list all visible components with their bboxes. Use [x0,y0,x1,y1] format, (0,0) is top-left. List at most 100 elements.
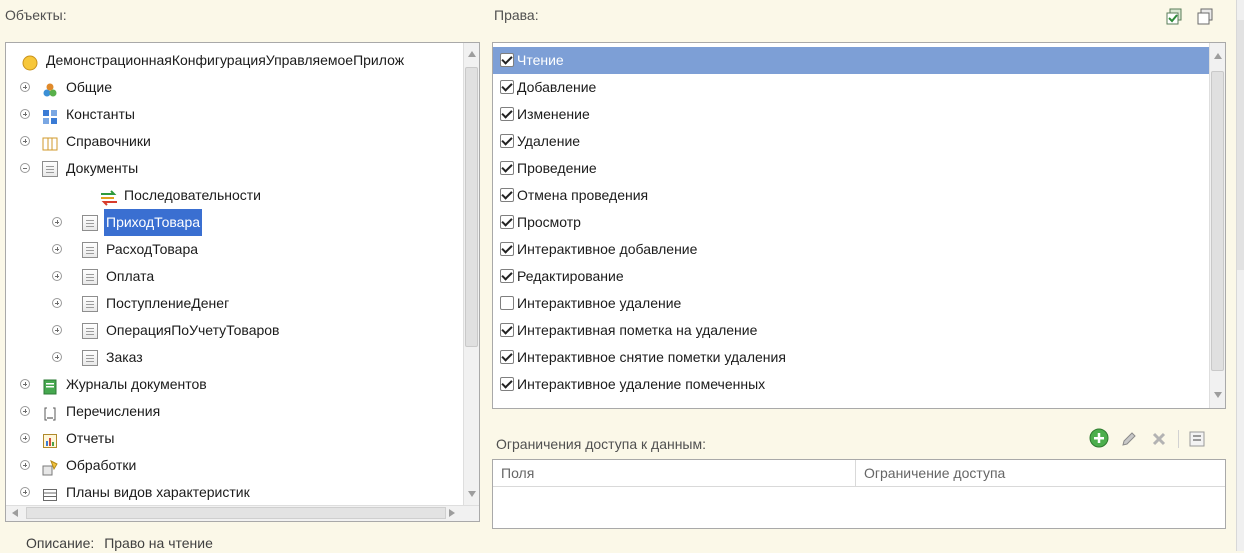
tree-item[interactable]: Константы [6,101,463,128]
expand-plus-icon[interactable] [52,244,62,254]
scroll-right-arrow-icon[interactable] [449,509,455,517]
right-checkbox[interactable] [500,107,514,121]
tree-item[interactable]: ОперацияПоУчетуТоваров [6,317,463,344]
tree-item[interactable]: Обработки [6,452,463,479]
tree-item[interactable]: Заказ [6,344,463,371]
expand-plus-icon[interactable] [20,460,30,470]
tree-item[interactable]: Общие [6,74,463,101]
edit-pencil-icon[interactable] [1120,430,1138,448]
right-item-label: Изменение [517,106,590,122]
right-item-label: Проведение [517,160,597,176]
tree-item[interactable]: РасходТовара [6,236,463,263]
tree-item[interactable]: ДемонстрационнаяКонфигурацияУправляемоеП… [6,47,463,74]
column-header-access-restriction[interactable]: Ограничение доступа [856,460,1225,487]
expand-plus-icon[interactable] [20,109,30,119]
scroll-down-arrow-icon[interactable] [468,491,476,497]
right-checkbox[interactable] [500,350,514,364]
expand-plus-icon[interactable] [52,298,62,308]
expand-plus-icon[interactable] [20,82,30,92]
document-icon [82,350,98,366]
right-checkbox[interactable] [500,80,514,94]
restrictions-table[interactable]: Поля Ограничение доступа [492,459,1226,529]
delete-x-icon[interactable] [1150,430,1168,448]
tree-item[interactable]: ПоступлениеДенег [6,290,463,317]
right-item[interactable]: Редактирование [493,263,1209,290]
collapse-minus-icon[interactable] [20,163,30,173]
expand-plus-icon[interactable] [20,406,30,416]
tree-item[interactable]: Журналы документов [6,371,463,398]
restrictions-label: Ограничения доступа к данным: [496,436,707,452]
tree-item[interactable]: Перечисления [6,398,463,425]
uncheck-all-icon[interactable] [1196,8,1214,26]
right-item[interactable]: Интерактивное снятие пометки удаления [493,344,1209,371]
scroll-left-arrow-icon[interactable] [12,509,18,517]
right-item[interactable]: Интерактивное удаление [493,290,1209,317]
tree-item-label: Общие [66,79,113,95]
scroll-up-arrow-icon[interactable] [468,51,476,57]
right-item[interactable]: Добавление [493,74,1209,101]
rights-scroll-thumb[interactable] [1211,71,1224,371]
add-icon[interactable] [1089,428,1109,448]
objects-tree[interactable]: ДемонстрационнаяКонфигурацияУправляемоеП… [5,42,480,522]
expand-plus-icon[interactable] [52,271,62,281]
scroll-down-arrow-icon[interactable] [1214,392,1222,398]
right-checkbox[interactable] [500,296,514,310]
right-checkbox[interactable] [500,377,514,391]
restriction-templates-icon[interactable] [1188,430,1206,448]
toolbar-separator [1178,430,1179,448]
right-item-label: Удаление [517,133,581,149]
right-checkbox[interactable] [500,215,514,229]
window-edge-scrollbar[interactable] [1236,0,1244,551]
rights-vertical-scrollbar[interactable] [1209,43,1225,408]
right-item-label: Чтение [517,52,564,68]
tree-item-label: Заказ [106,349,143,365]
tree-item-label: Документы [66,160,139,176]
right-checkbox[interactable] [500,53,514,67]
right-checkbox[interactable] [500,323,514,337]
tree-item[interactable]: Оплата [6,263,463,290]
objects-vertical-scrollbar[interactable] [463,43,479,505]
right-item[interactable]: Интерактивное удаление помеченных [493,371,1209,398]
expand-plus-icon[interactable] [20,433,30,443]
right-checkbox[interactable] [500,134,514,148]
scroll-up-arrow-icon[interactable] [1214,53,1222,59]
right-item[interactable]: Изменение [493,101,1209,128]
expand-plus-icon[interactable] [52,352,62,362]
documents-icon [42,161,58,177]
column-header-fields[interactable]: Поля [493,460,856,487]
expand-plus-icon[interactable] [20,487,30,497]
tree-item[interactable]: ПриходТовара [6,209,463,236]
tree-item[interactable]: Последовательности [6,182,463,209]
rights-list[interactable]: Чтение Добавление Изменение Удаление Проведе… [492,42,1226,409]
objects-scroll-thumb[interactable] [465,67,478,347]
objects-hscroll-thumb[interactable] [26,507,446,519]
right-item-label: Интерактивное снятие пометки удаления [517,349,786,365]
expand-plus-icon[interactable] [20,136,30,146]
expand-plus-icon[interactable] [52,325,62,335]
tree-item[interactable]: Отчеты [6,425,463,452]
tree-item[interactable]: Справочники [6,128,463,155]
right-checkbox[interactable] [500,242,514,256]
window-scroll-thumb[interactable] [1237,20,1244,270]
tree-item[interactable]: Документы [6,155,463,182]
right-item[interactable]: Проведение [493,155,1209,182]
right-item[interactable]: Интерактивная пометка на удаление [493,317,1209,344]
right-item-label: Просмотр [517,214,581,230]
right-item[interactable]: Интерактивное добавление [493,236,1209,263]
right-item-label: Интерактивное удаление помеченных [517,376,766,392]
right-checkbox[interactable] [500,188,514,202]
document-icon [82,269,98,285]
right-item[interactable]: Чтение [493,47,1209,74]
tree-item-label: Журналы документов [66,376,207,392]
right-item[interactable]: Отмена проведения [493,182,1209,209]
check-all-icon[interactable] [1165,8,1183,26]
right-item[interactable]: Просмотр [493,209,1209,236]
right-checkbox[interactable] [500,161,514,175]
expand-plus-icon[interactable] [52,217,62,227]
right-item-label: Интерактивное удаление [517,295,682,311]
tree-item[interactable]: Планы видов характеристик [6,479,463,505]
objects-horizontal-scrollbar[interactable] [6,505,479,521]
expand-plus-icon[interactable] [20,379,30,389]
right-item[interactable]: Удаление [493,128,1209,155]
right-checkbox[interactable] [500,269,514,283]
